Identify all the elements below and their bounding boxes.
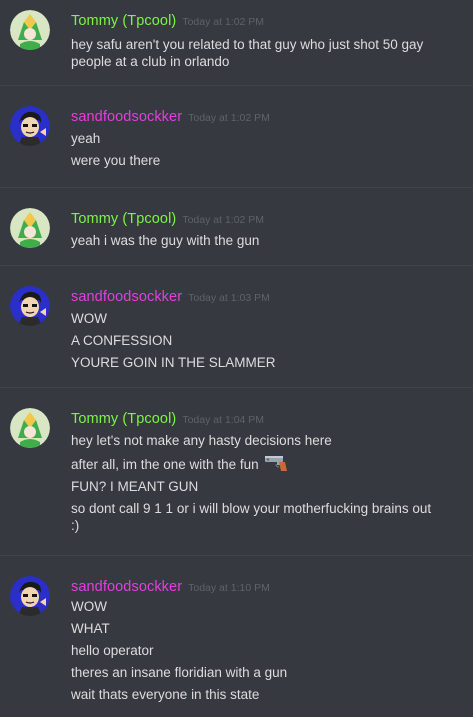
message-body: hey let's not make any hasty decisions h… xyxy=(71,432,433,534)
message-group: Tommy (Tpcool) Today at 1:04 PM hey let's… xyxy=(0,398,473,556)
message-line: wait thats everyone in this state xyxy=(71,687,260,702)
username[interactable]: sandfoodsockker xyxy=(71,289,182,305)
username[interactable]: sandfoodsockker xyxy=(71,109,182,125)
message-line: hey safu aren't you related to that guy … xyxy=(71,37,424,69)
message-body: yeah i was the guy with the gun xyxy=(71,232,433,249)
avatar-tommy[interactable] xyxy=(10,208,50,248)
message-line: hey let's not make any hasty decisions h… xyxy=(71,433,332,448)
message-line: WOW xyxy=(71,599,107,614)
message-body: WOW A CONFESSION YOURE GOIN IN THE SLAMM… xyxy=(71,310,433,371)
avatar-tommy[interactable] xyxy=(10,10,50,50)
tommy-avatar-icon xyxy=(10,208,50,248)
avatar-sandfoodsockker[interactable] xyxy=(10,286,50,326)
timestamp: Today at 1:02 PM xyxy=(182,16,265,28)
tommy-avatar-icon xyxy=(10,408,50,448)
message-line: A CONFESSION xyxy=(71,333,173,348)
pistol-emoji-icon xyxy=(263,454,291,472)
username[interactable]: Tommy (Tpcool) xyxy=(71,411,176,427)
avatar-sandfoodsockker[interactable] xyxy=(10,576,50,616)
timestamp: Today at 1:03 PM xyxy=(188,292,270,304)
message-group: Tommy (Tpcool) Today at 1:02 PM yeah i wa… xyxy=(0,198,473,266)
message-line-with-emoji: after all, im the one with the fun xyxy=(71,454,433,473)
timestamp: Today at 1:02 PM xyxy=(182,214,265,226)
message-body: WOW WHAT hello operator theres an insane… xyxy=(71,598,433,703)
timestamp: Today at 1:04 PM xyxy=(182,414,265,426)
message-group: sandfoodsockker Today at 1:02 PM yeah wer… xyxy=(0,96,473,188)
message-line: hello operator xyxy=(71,643,154,658)
timestamp: Today at 1:02 PM xyxy=(188,112,270,124)
sandfoodsockker-avatar-icon xyxy=(10,286,50,326)
avatar-tommy[interactable] xyxy=(10,408,50,448)
sandfoodsockker-avatar-icon xyxy=(10,106,50,146)
username[interactable]: Tommy (Tpcool) xyxy=(71,211,176,227)
message-line: WHAT xyxy=(71,621,110,636)
sandfoodsockker-avatar-icon xyxy=(10,576,50,616)
message-text: after all, im the one with the fun xyxy=(71,457,259,472)
message-body: yeah were you there xyxy=(71,130,433,169)
message-line: so dont call 9 1 1 or i will blow your m… xyxy=(71,501,432,533)
message-line: were you there xyxy=(71,153,161,168)
timestamp: Today at 1:10 PM xyxy=(188,582,270,594)
message-line: yeah i was the guy with the gun xyxy=(71,233,260,248)
message-header: sandfoodsockker Today at 1:10 PM xyxy=(71,578,270,596)
message-body: hey safu aren't you related to that guy … xyxy=(71,36,433,70)
chat-message-list: Tommy (Tpcool) Today at 1:02 PM hey safu … xyxy=(0,0,473,717)
message-header: Tommy (Tpcool) Today at 1:02 PM xyxy=(71,12,264,30)
message-group: sandfoodsockker Today at 1:03 PM WOW A CO… xyxy=(0,276,473,388)
username[interactable]: sandfoodsockker xyxy=(71,579,182,595)
message-line: WOW xyxy=(71,311,107,326)
message-header: sandfoodsockker Today at 1:03 PM xyxy=(71,288,270,306)
message-header: sandfoodsockker Today at 1:02 PM xyxy=(71,108,270,126)
message-line: theres an insane floridian with a gun xyxy=(71,665,288,680)
avatar-sandfoodsockker[interactable] xyxy=(10,106,50,146)
message-line: yeah xyxy=(71,131,101,146)
username[interactable]: Tommy (Tpcool) xyxy=(71,13,176,29)
message-header: Tommy (Tpcool) Today at 1:04 PM xyxy=(71,410,264,428)
tommy-avatar-icon xyxy=(10,10,50,50)
message-header: Tommy (Tpcool) Today at 1:02 PM xyxy=(71,210,264,228)
message-line: YOURE GOIN IN THE SLAMMER xyxy=(71,355,276,370)
message-group: Tommy (Tpcool) Today at 1:02 PM hey safu … xyxy=(0,0,473,86)
message-group: sandfoodsockker Today at 1:10 PM WOW WHAT… xyxy=(0,566,473,717)
message-line: FUN? I MEANT GUN xyxy=(71,479,199,494)
